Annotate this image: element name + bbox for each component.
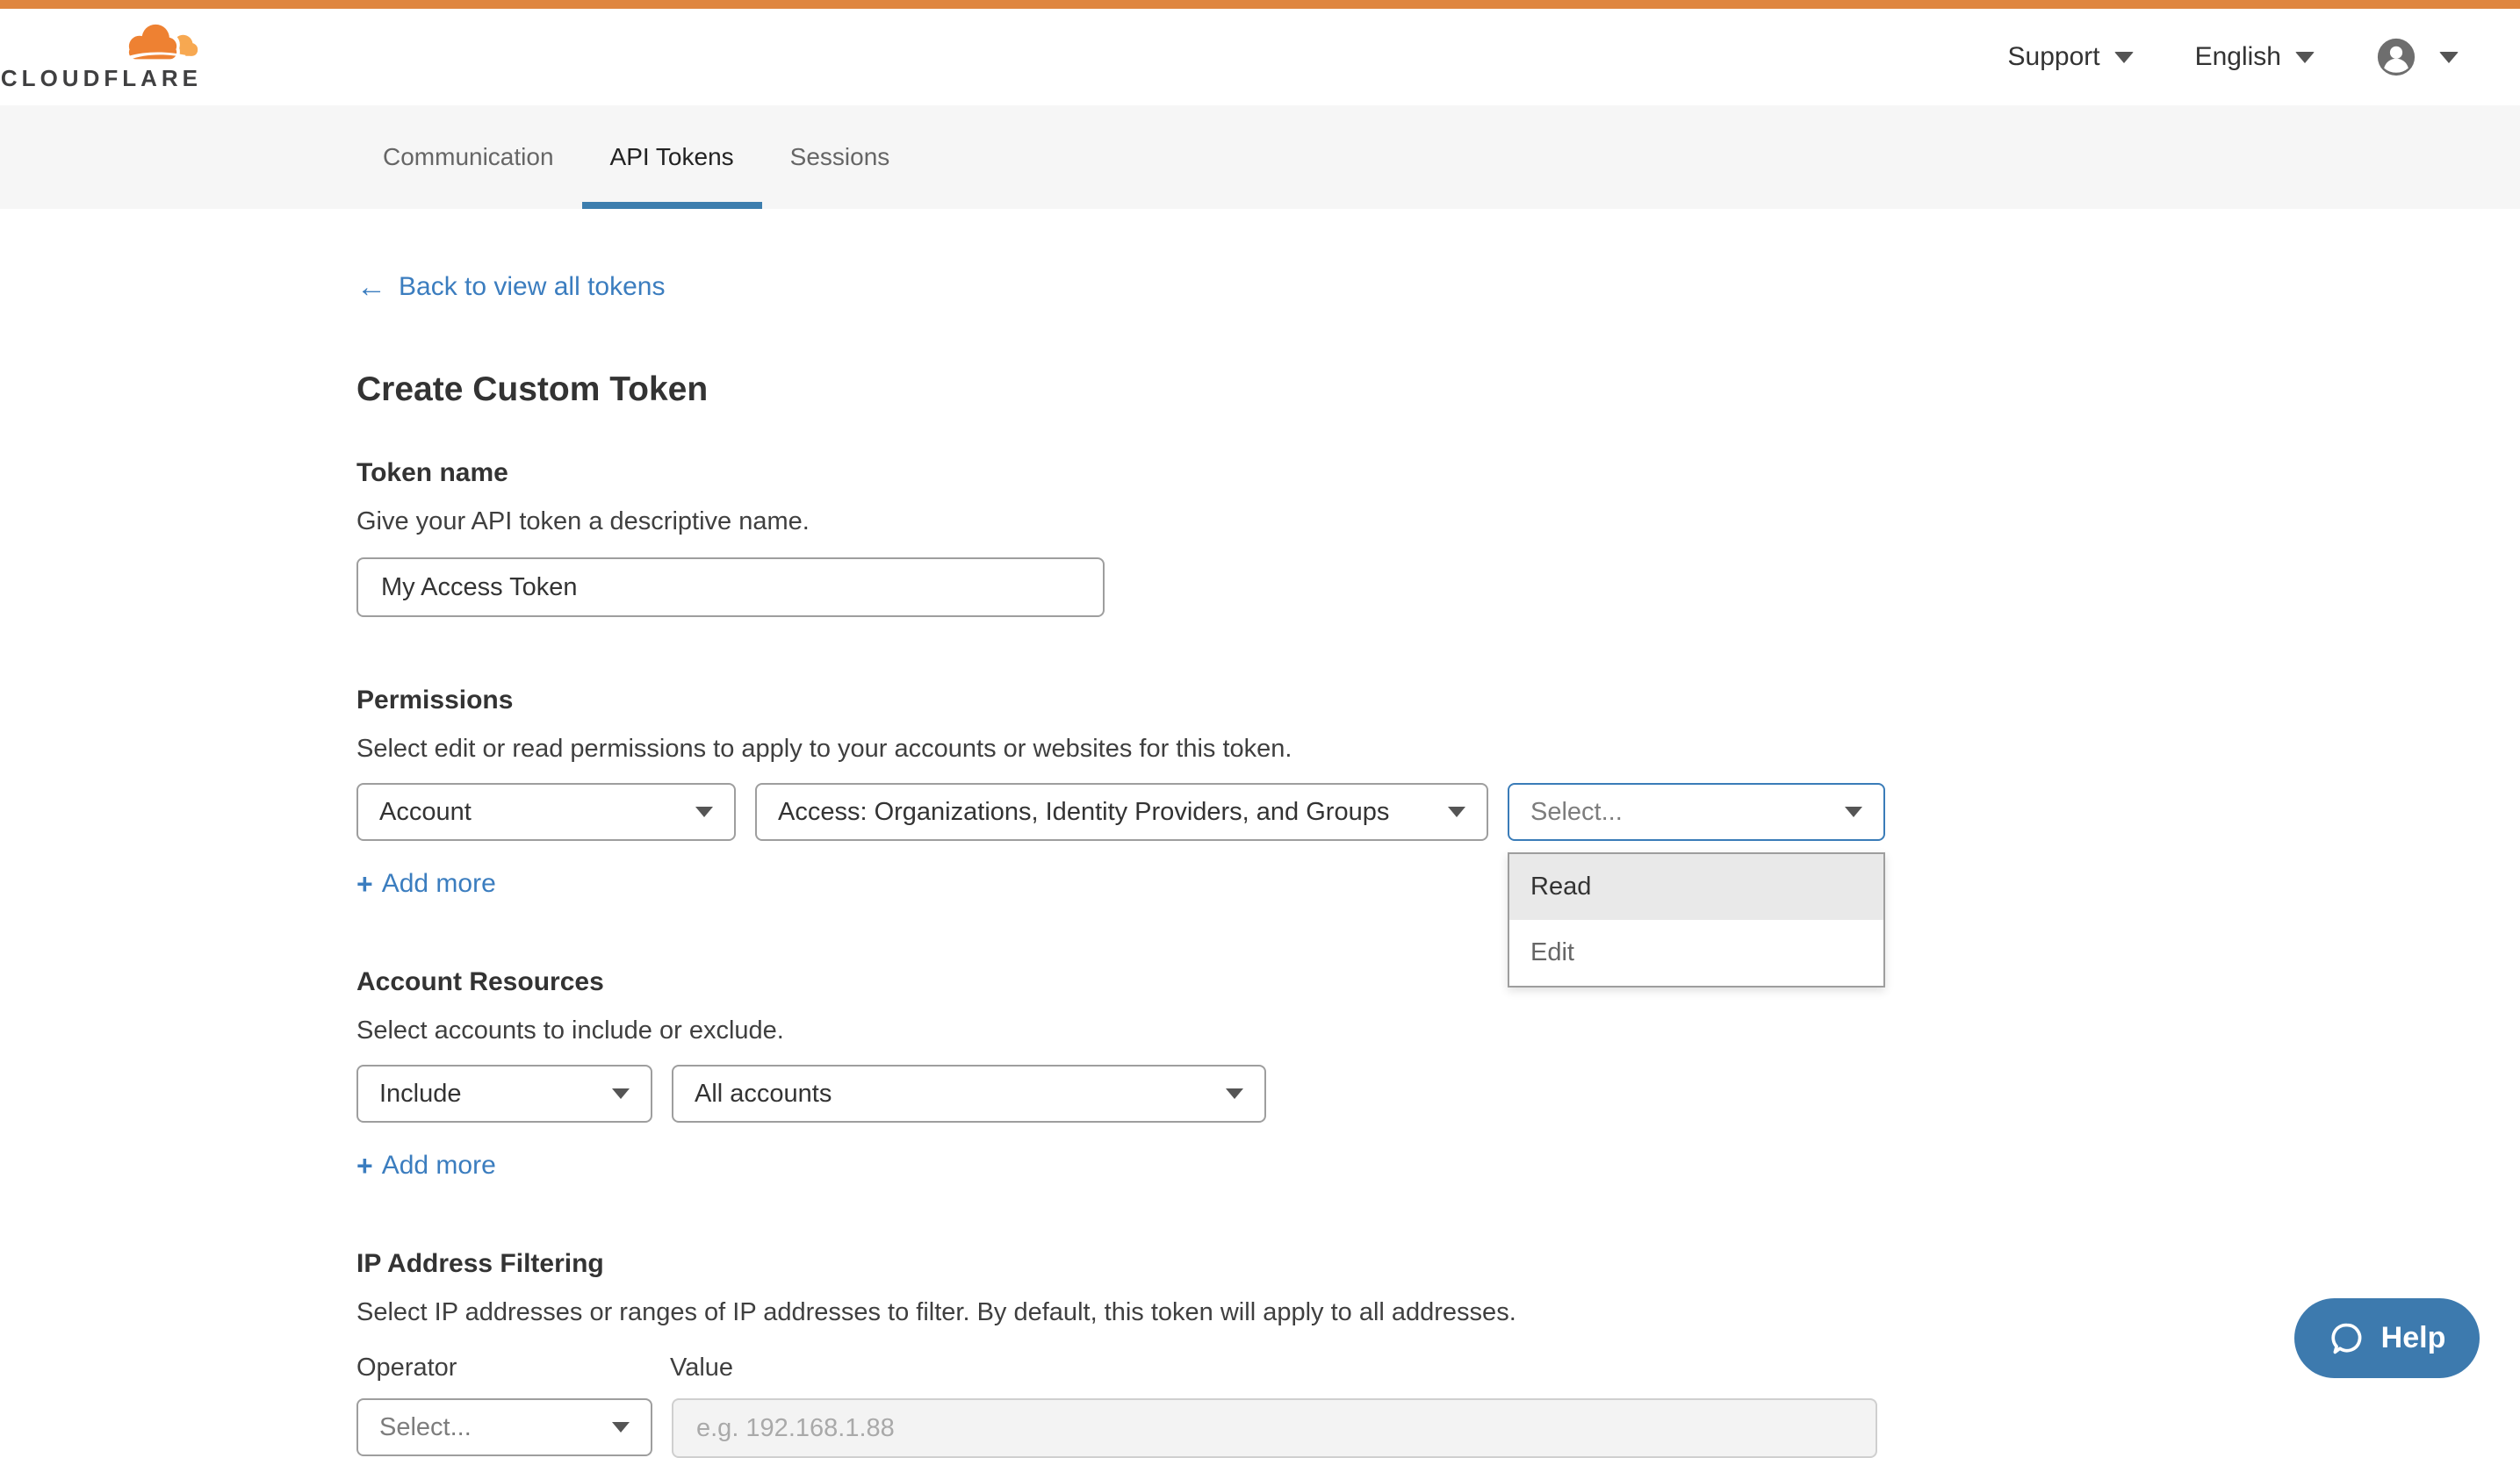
ip-filtering-description: Select IP addresses or ranges of IP addr… bbox=[356, 1298, 2520, 1327]
chevron-down-icon bbox=[612, 1422, 630, 1433]
account-resources-add-more-link[interactable]: + Add more bbox=[356, 1151, 496, 1181]
cloudflare-logo: CLOUDFLARE bbox=[26, 23, 202, 92]
resource-mode-value: Include bbox=[379, 1080, 462, 1109]
permission-scope-value: Account bbox=[379, 798, 472, 827]
add-more-label: Add more bbox=[382, 1151, 496, 1181]
chevron-down-icon bbox=[695, 807, 713, 817]
help-button-label: Help bbox=[2381, 1321, 2446, 1355]
account-menu[interactable] bbox=[2376, 37, 2459, 77]
chevron-down-icon bbox=[1448, 807, 1465, 817]
chevron-down-icon bbox=[2295, 52, 2315, 63]
support-menu-label: Support bbox=[2008, 42, 2100, 72]
permission-resource-select[interactable]: Access: Organizations, Identity Provider… bbox=[755, 783, 1488, 841]
brand-top-bar bbox=[0, 0, 2520, 9]
account-resources-heading: Account Resources bbox=[356, 967, 2520, 997]
permission-level-select[interactable]: Select... bbox=[1508, 783, 1885, 841]
permission-level-menu: Read Edit bbox=[1508, 852, 1885, 988]
back-arrow-icon: ← bbox=[356, 272, 386, 302]
ip-operator-placeholder: Select... bbox=[379, 1413, 472, 1442]
ip-operator-select[interactable]: Select... bbox=[356, 1398, 652, 1456]
token-name-input[interactable] bbox=[356, 557, 1105, 617]
ip-value-input[interactable] bbox=[672, 1398, 1877, 1458]
cloudflare-logo-text: CLOUDFLARE bbox=[1, 65, 202, 92]
tab-communication[interactable]: Communication bbox=[355, 105, 582, 209]
permission-level-dropdown: Select... Read Edit bbox=[1508, 783, 1885, 841]
support-menu[interactable]: Support bbox=[2008, 42, 2134, 72]
add-more-label: Add more bbox=[382, 869, 496, 899]
page-title: Create Custom Token bbox=[356, 370, 2520, 409]
chevron-down-icon bbox=[612, 1088, 630, 1099]
resource-mode-select[interactable]: Include bbox=[356, 1065, 652, 1123]
permission-resource-value: Access: Organizations, Identity Provider… bbox=[778, 798, 1389, 827]
chevron-down-icon bbox=[2114, 52, 2134, 63]
header: CLOUDFLARE Support English bbox=[0, 9, 2520, 105]
account-resources-description: Select accounts to include or exclude. bbox=[356, 1016, 2520, 1045]
back-to-tokens-link[interactable]: ← Back to view all tokens bbox=[356, 272, 665, 302]
resource-accounts-select[interactable]: All accounts bbox=[672, 1065, 1266, 1123]
language-menu-label: English bbox=[2195, 42, 2281, 72]
plus-icon: + bbox=[356, 870, 373, 898]
tab-api-tokens[interactable]: API Tokens bbox=[582, 105, 762, 209]
language-menu[interactable]: English bbox=[2195, 42, 2315, 72]
tab-sessions[interactable]: Sessions bbox=[762, 105, 918, 209]
ip-filtering-labels: Operator Value bbox=[356, 1354, 2520, 1383]
ip-filtering-row: Select... bbox=[356, 1398, 2520, 1458]
chevron-down-icon bbox=[2439, 52, 2459, 63]
permissions-description: Select edit or read permissions to apply… bbox=[356, 735, 2520, 764]
resource-accounts-value: All accounts bbox=[695, 1080, 832, 1109]
token-name-description: Give your API token a descriptive name. bbox=[356, 507, 2520, 536]
main-content: ← Back to view all tokens Create Custom … bbox=[0, 209, 2520, 1458]
permissions-add-more-link[interactable]: + Add more bbox=[356, 869, 496, 899]
speech-bubble-icon bbox=[2329, 1320, 2365, 1357]
header-nav: Support English bbox=[2008, 37, 2459, 77]
operator-label: Operator bbox=[356, 1354, 670, 1383]
avatar-icon bbox=[2376, 37, 2416, 77]
profile-tabbar: Communication API Tokens Sessions bbox=[0, 105, 2520, 209]
plus-icon: + bbox=[356, 1152, 373, 1180]
permissions-row: Account Access: Organizations, Identity … bbox=[356, 783, 2520, 841]
cloudflare-cloud-icon bbox=[114, 23, 202, 63]
back-link-label: Back to view all tokens bbox=[399, 272, 665, 302]
token-name-heading: Token name bbox=[356, 458, 2520, 488]
permission-level-placeholder: Select... bbox=[1530, 798, 1623, 827]
chevron-down-icon bbox=[1226, 1088, 1243, 1099]
value-label: Value bbox=[670, 1354, 733, 1383]
chevron-down-icon bbox=[1845, 807, 1862, 817]
permissions-heading: Permissions bbox=[356, 686, 2520, 715]
menu-option-read[interactable]: Read bbox=[1509, 854, 1883, 920]
help-button[interactable]: Help bbox=[2294, 1298, 2480, 1378]
permission-scope-select[interactable]: Account bbox=[356, 783, 736, 841]
account-resources-row: Include All accounts bbox=[356, 1065, 2520, 1123]
ip-filtering-heading: IP Address Filtering bbox=[356, 1249, 2520, 1279]
menu-option-edit[interactable]: Edit bbox=[1509, 920, 1883, 986]
